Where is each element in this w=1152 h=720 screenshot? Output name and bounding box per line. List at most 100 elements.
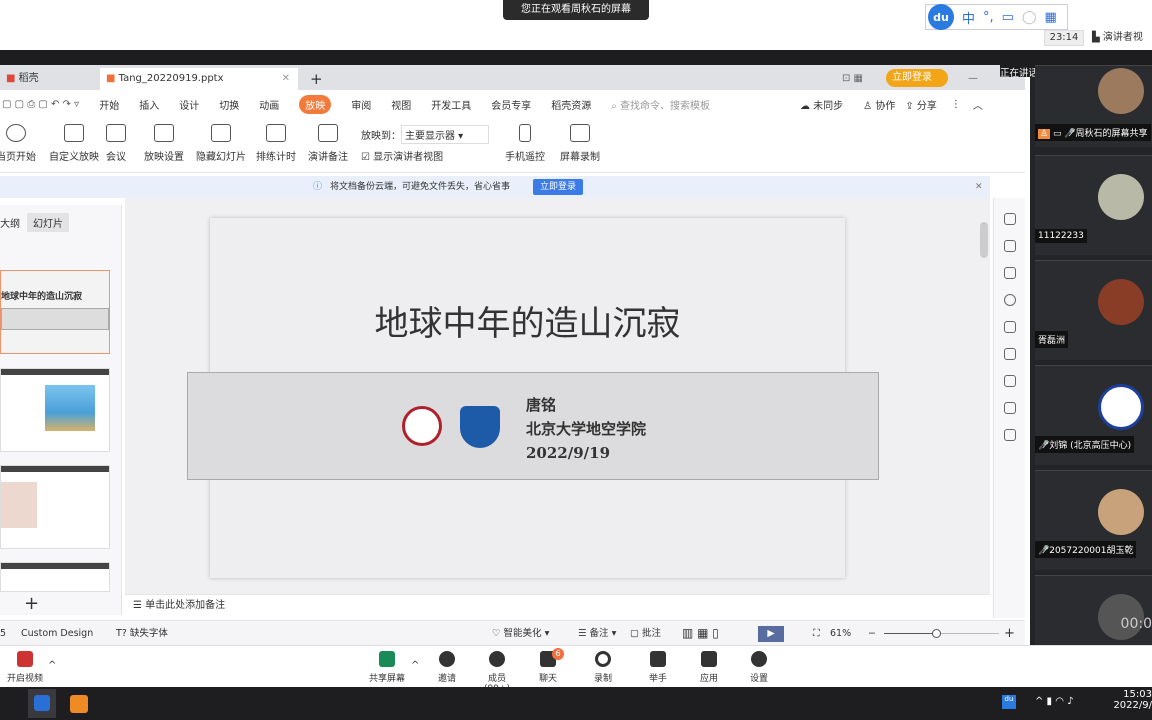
screen-record-button[interactable]: 屏幕录制	[560, 124, 600, 163]
taskbar-clock[interactable]: 15:03 2022/9/	[1112, 689, 1152, 711]
affiliation: 北京大学地空学院	[526, 420, 647, 438]
tool-icon[interactable]	[1003, 321, 1016, 333]
start-current-button[interactable]: 当页开始	[0, 124, 38, 163]
taskbar-app-meeting[interactable]	[28, 689, 56, 718]
sync-button[interactable]: ☁ 未同步	[800, 97, 843, 112]
chat-button[interactable]: 聊天 6	[526, 648, 570, 684]
settings-button[interactable]: 设置	[737, 651, 781, 684]
grid-icon[interactable]: ▦	[1045, 10, 1057, 25]
user-icon[interactable]: ◯	[1022, 10, 1037, 25]
zoom-slider-handle[interactable]	[931, 629, 941, 638]
tool-icon[interactable]	[1003, 429, 1016, 441]
zoom-in-button[interactable]: +	[1004, 621, 1015, 646]
menu-home[interactable]: 开始	[99, 97, 119, 112]
tool-icon[interactable]	[1003, 375, 1016, 387]
tab-slides[interactable]: 幻灯片	[27, 213, 69, 232]
share-screen-button[interactable]: 共享屏幕	[365, 651, 409, 684]
tool-icon[interactable]	[1003, 402, 1016, 414]
canvas-scrollbar[interactable]	[980, 222, 988, 258]
menu-review[interactable]: 审阅	[351, 97, 371, 112]
slide-thumb-4[interactable]	[0, 562, 110, 592]
menu-slideshow[interactable]: 放映	[299, 94, 332, 114]
meeting-button[interactable]: 会议	[104, 124, 128, 163]
participant-tile[interactable]: 00:0	[1035, 575, 1152, 645]
participant-tile[interactable]: 胥磊洲	[1035, 260, 1152, 360]
chevron-up-icon[interactable]: ^	[48, 660, 56, 671]
zoom-out-button[interactable]: −	[868, 621, 876, 646]
menu-view[interactable]: 视图	[391, 97, 411, 112]
login-button[interactable]: 立即登录	[886, 69, 948, 87]
menu-resources[interactable]: 稻壳资源	[551, 97, 591, 112]
ime-lang[interactable]: 中	[962, 8, 975, 27]
tool-icon[interactable]	[1003, 267, 1016, 279]
presenter-view-button[interactable]: ▙ 演讲者视	[1092, 30, 1152, 46]
search-box[interactable]: ⌕ 查找命令、搜索模板	[611, 97, 710, 112]
slide-thumb-2[interactable]	[0, 368, 110, 452]
tab-outline[interactable]: 大纲	[0, 215, 20, 230]
show-on-select[interactable]: 主要显示器 ▾	[401, 125, 489, 144]
missing-font-button[interactable]: T? 缺失字体	[116, 621, 168, 646]
fit-icon[interactable]: ⛶	[813, 621, 820, 646]
phone-remote-button[interactable]: 手机遥控	[505, 124, 545, 163]
collab-button[interactable]: ♙ 协作	[863, 97, 895, 112]
tab-daoke[interactable]: ■ 稻壳	[0, 68, 98, 90]
label: 自定义放映	[49, 152, 99, 163]
quick-access-icons[interactable]: ▢ ▢ ⎙ ▢ ↶ ↷ ▿	[2, 99, 79, 110]
new-tab-button[interactable]: +	[304, 68, 323, 90]
custom-show-button[interactable]: 自定义放映	[48, 124, 100, 163]
menu-animation[interactable]: 动画	[259, 97, 279, 112]
close-icon[interactable]: ✕	[282, 68, 290, 90]
notes-toggle[interactable]: ☰ 备注 ▾	[578, 621, 616, 646]
participant-tile[interactable]: 11122233	[1035, 155, 1152, 255]
rehearse-button[interactable]: 排练计时	[252, 124, 300, 163]
invite-button[interactable]: 邀请	[425, 651, 469, 684]
custom-show-icon	[64, 124, 84, 142]
video-button[interactable]: 开启视频	[3, 651, 47, 684]
tray-icons[interactable]: ^ ▮ ◠ ♪	[1035, 696, 1074, 707]
add-slide-button[interactable]: +	[24, 593, 39, 614]
ime-punct[interactable]: °,	[983, 10, 994, 25]
notice-login-button[interactable]: 立即登录	[533, 179, 584, 195]
comments-toggle[interactable]: ▢ 批注	[630, 621, 661, 646]
zoom-slider[interactable]	[884, 629, 999, 638]
minimize-button[interactable]: —	[962, 68, 978, 90]
ime-toolbar[interactable]: du 中 °, ▭ ◯ ▦	[925, 4, 1068, 30]
menu-design[interactable]: 设计	[179, 97, 199, 112]
participant-tile[interactable]: 🎤̸刘锦 (北京高压中心)	[1035, 365, 1152, 465]
tool-icon[interactable]	[1003, 240, 1016, 252]
collapse-icon[interactable]: ︿	[973, 97, 983, 112]
notes-area[interactable]: ☰ 单击此处添加备注	[125, 594, 990, 616]
participant-tile[interactable]: ♙ ▭ 🎤̸周秋石的屏幕共享	[1035, 65, 1152, 147]
beautify-button[interactable]: ♡ 智能美化 ▾	[492, 621, 549, 646]
menu-insert[interactable]: 插入	[139, 97, 159, 112]
show-on-field[interactable]: 放映到： 主要显示器 ▾	[361, 125, 496, 144]
view-mode-icons[interactable]: ▥ ▦ ▯	[682, 621, 719, 646]
speaker-notes-button[interactable]: 演讲备注	[306, 124, 350, 163]
taskbar-app-wps[interactable]	[70, 695, 88, 713]
close-icon[interactable]: ✕	[975, 176, 983, 198]
hide-slide-button[interactable]: 隐藏幻灯片	[196, 124, 246, 163]
tool-icon[interactable]	[1003, 213, 1016, 225]
layout-icon[interactable]: ⊡ ▦	[836, 68, 863, 90]
participant-tile[interactable]: 🎤̸2057220001胡玉乾	[1035, 470, 1152, 570]
menu-transition[interactable]: 切换	[219, 97, 239, 112]
record-button[interactable]: 录制	[581, 651, 625, 684]
apps-button[interactable]: 应用	[687, 651, 731, 684]
presenter-view-checkbox[interactable]: ☑ 显示演讲者视图	[361, 148, 481, 163]
slide-thumb-3[interactable]	[0, 465, 110, 549]
keyboard-icon[interactable]: ▭	[1002, 10, 1014, 25]
play-button[interactable]: ▶	[758, 626, 784, 642]
help-icon[interactable]	[1003, 294, 1016, 306]
raise-hand-button[interactable]: 举手	[636, 651, 680, 684]
show-settings-button[interactable]: 放映设置	[140, 124, 188, 163]
baidu-ime-tray-icon[interactable]: du	[1002, 695, 1016, 709]
menu-member[interactable]: 会员专享	[491, 97, 531, 112]
share-button[interactable]: ⇪ 分享	[905, 97, 937, 112]
zoom-level[interactable]: 61%	[830, 621, 851, 646]
more-icon[interactable]: ⋮	[951, 99, 961, 110]
tab-document[interactable]: ■ Tang_20220919.pptx ✕	[100, 68, 298, 90]
slide-thumb-1[interactable]: 地球中年的造山沉寂	[0, 270, 110, 354]
tool-icon[interactable]	[1003, 348, 1016, 360]
chevron-up-icon[interactable]: ^	[411, 660, 419, 671]
menu-developer[interactable]: 开发工具	[431, 97, 471, 112]
